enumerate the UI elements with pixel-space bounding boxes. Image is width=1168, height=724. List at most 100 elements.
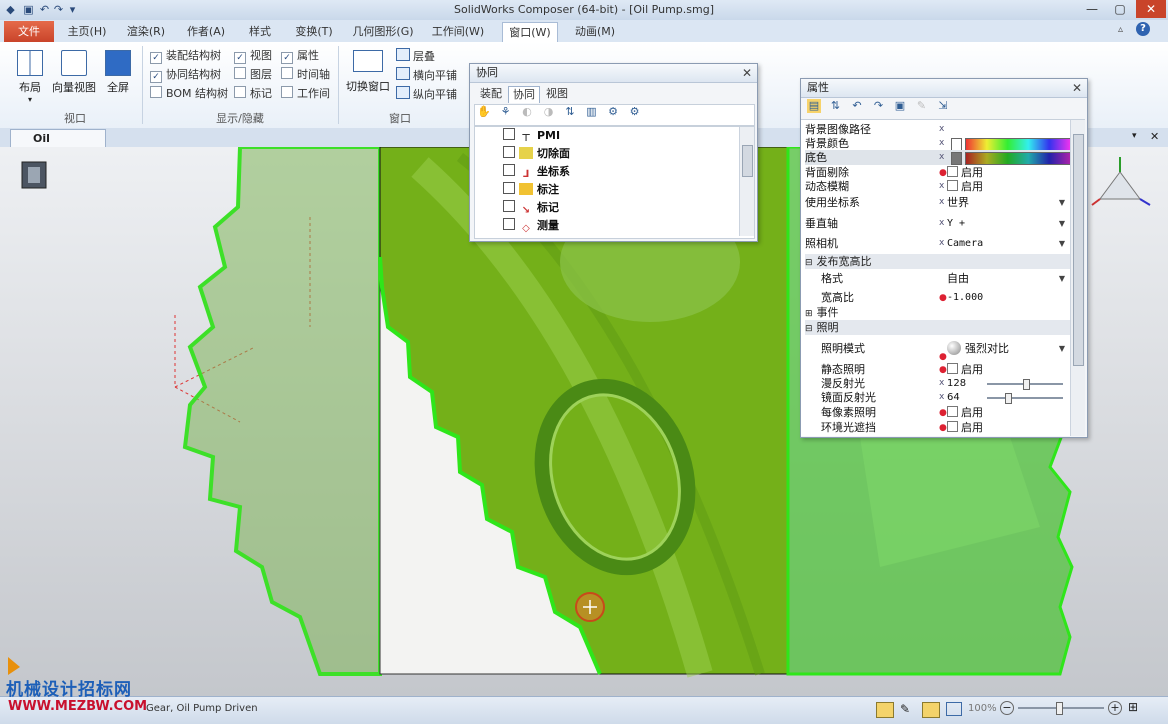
prop-ambient-occlusion[interactable]: 环境光遮挡 ● 启用 <box>805 420 1071 435</box>
tile-vertical-button[interactable]: 纵向平铺 <box>396 86 457 102</box>
slider-knob[interactable] <box>1023 379 1030 390</box>
prop-base-color[interactable]: 底色 x <box>805 150 1071 165</box>
tab-views[interactable]: 视图 <box>542 86 572 102</box>
checkbox-icon[interactable] <box>947 421 958 432</box>
markers-checkbox[interactable]: 标记 <box>234 86 272 102</box>
tree-item-annotation[interactable]: 标注 <box>503 181 559 199</box>
section-publish-aspect[interactable]: ⊟ 发布宽高比 <box>805 254 1071 269</box>
color-spectrum[interactable] <box>965 152 1071 165</box>
grid-view-icon[interactable] <box>922 702 940 718</box>
scrollbar-thumb[interactable] <box>742 145 753 177</box>
dropdown-arrow-icon[interactable]: ▼ <box>1059 271 1065 286</box>
dropdown-arrow-icon[interactable]: ▼ <box>1059 216 1065 231</box>
prop-specular[interactable]: 镜面反射光 x 64 <box>805 390 1071 405</box>
minimize-button[interactable]: — <box>1078 0 1106 18</box>
checkbox-icon[interactable] <box>503 128 515 140</box>
prop-coord-system[interactable]: 使用坐标系 x 世界 ▼ <box>805 195 1071 213</box>
reset-icon[interactable]: ▣ <box>893 99 907 113</box>
tab-list-icon[interactable]: ▾ <box>1132 131 1137 141</box>
prop-lighting-mode[interactable]: 照明模式 ● 强烈对比 ▼ <box>805 338 1071 362</box>
checkbox-icon[interactable] <box>503 200 515 212</box>
timeline-checkbox[interactable]: 时间轴 <box>281 67 330 83</box>
prop-bg-color[interactable]: 背景颜色 x <box>805 136 1071 151</box>
scrollbar-thumb[interactable] <box>1073 134 1084 366</box>
prop-per-pixel-lighting[interactable]: 每像素照明 ● 启用 <box>805 405 1071 420</box>
bom-tree-checkbox[interactable]: BOM 结构树 <box>150 86 228 102</box>
sort-icon[interactable]: ⇅ <box>563 105 577 119</box>
checkbox-icon[interactable] <box>503 164 515 176</box>
collab-panel-title[interactable]: 协同 ✕ <box>470 64 757 83</box>
document-close-icon[interactable]: ✕ <box>1150 130 1159 143</box>
file-tab[interactable]: 文件 <box>4 21 54 42</box>
hand-tool-icon[interactable]: ✋ <box>477 105 491 119</box>
prop-camera[interactable]: 照相机 x Camera ▼ <box>805 236 1071 254</box>
checkbox-icon[interactable] <box>503 182 515 194</box>
paint-icon[interactable]: ✎ <box>900 702 910 716</box>
diffuse-slider[interactable] <box>987 379 1063 390</box>
prop-backface-culling[interactable]: 背面剔除 ● 启用 <box>805 165 1071 180</box>
tab-animation[interactable]: 动画(M) <box>568 22 622 42</box>
options-icon[interactable]: ⚙ <box>628 105 642 119</box>
prop-format[interactable]: 格式 自由 ▼ <box>805 271 1071 289</box>
checkbox-icon[interactable] <box>947 363 958 374</box>
tab-transform[interactable]: 变换(T) <box>288 22 340 42</box>
zoom-in-icon[interactable]: + <box>1108 701 1122 715</box>
expand-icon[interactable]: ↷ <box>872 99 886 113</box>
slider-knob[interactable] <box>1005 393 1012 404</box>
alphabetical-icon[interactable]: ⇅ <box>829 99 843 113</box>
categorized-icon[interactable]: ▤ <box>807 99 821 113</box>
view-triad-icon[interactable] <box>1091 157 1151 206</box>
prop-aspect-ratio[interactable]: 宽高比 ● -1.000 <box>805 290 1071 305</box>
prop-vertical-axis[interactable]: 垂直轴 x Y + ▼ <box>805 216 1071 234</box>
fullscreen-button[interactable]: 全屏 <box>100 50 136 95</box>
tree-scrollbar[interactable] <box>739 127 754 236</box>
checkbox-icon[interactable] <box>947 406 958 417</box>
tile-horizontal-button[interactable]: 横向平铺 <box>396 67 457 83</box>
zoom-out-icon[interactable]: − <box>1000 701 1014 715</box>
workshops-checkbox[interactable]: 工作间 <box>281 86 330 102</box>
columns-icon[interactable]: ▥ <box>585 105 599 119</box>
tab-render[interactable]: 渲染(R) <box>120 22 172 42</box>
tab-assembly[interactable]: 装配 <box>476 86 506 102</box>
back-gear-left[interactable] <box>182 147 382 676</box>
close-button[interactable]: ✕ <box>1136 0 1166 18</box>
dropdown-arrow-icon[interactable]: ▼ <box>1059 195 1065 210</box>
tab-author[interactable]: 作者(A) <box>180 22 232 42</box>
help-button[interactable]: ? <box>1136 22 1150 36</box>
prop-bg-image-path[interactable]: 背景图像路径 x <box>805 122 1071 137</box>
switch-window-button[interactable]: 切换窗口 <box>344 50 392 94</box>
props-scrollbar[interactable] <box>1070 120 1085 436</box>
layout-button[interactable]: 布局 ▾ <box>12 50 48 104</box>
zoom-slider[interactable] <box>1018 702 1104 715</box>
ribbon-collapse-icon[interactable]: ▵ <box>1118 24 1123 35</box>
properties-checkbox[interactable]: ✓ 属性 <box>281 48 319 64</box>
checkbox-icon[interactable] <box>503 146 515 158</box>
specular-slider[interactable] <box>987 393 1063 404</box>
tree-item-measure[interactable]: ◇ 测量 <box>503 217 559 235</box>
tab-geometry[interactable]: 几何图形(G) <box>350 22 416 42</box>
tab-home[interactable]: 主页(H) <box>62 22 112 42</box>
collapse-icon[interactable]: ⊟ <box>805 258 813 268</box>
collapse-icon[interactable]: ⊟ <box>805 324 813 334</box>
tab-workshops[interactable]: 工作间(W) <box>426 22 490 42</box>
prop-diffuse[interactable]: 漫反射光 x 128 <box>805 376 1071 391</box>
tree-item-coordinate-system[interactable]: ⅃ 坐标系 <box>503 163 570 181</box>
tree-item-pmi[interactable]: ⊤ PMI <box>503 127 560 145</box>
dropdown-arrow-icon[interactable]: ▼ <box>1059 338 1065 360</box>
prop-motion-blur[interactable]: 动态模糊 x 启用 <box>805 179 1071 194</box>
checkbox-icon[interactable] <box>947 180 958 191</box>
checkbox-icon[interactable] <box>947 166 958 177</box>
select-mode-icon[interactable] <box>876 702 894 718</box>
section-lighting[interactable]: ⊟ 照明 <box>805 320 1071 335</box>
vector-view-button[interactable]: 向量视图 <box>50 50 98 95</box>
cascade-button[interactable]: 层叠 <box>396 48 435 64</box>
tab-styles[interactable]: 样式 <box>240 22 280 42</box>
expand-icon[interactable]: ⊞ <box>805 309 813 319</box>
slider-knob[interactable] <box>1056 702 1063 715</box>
tree-item-markup[interactable]: ↘ 标记 <box>503 199 559 217</box>
export-icon[interactable]: ⇲ <box>936 99 950 113</box>
props-panel-title[interactable]: 属性 ✕ <box>801 79 1087 98</box>
tree-tool-icon[interactable]: ⚘ <box>499 105 513 119</box>
layers-checkbox[interactable]: 图层 <box>234 67 272 83</box>
close-icon[interactable]: ✕ <box>742 64 752 82</box>
